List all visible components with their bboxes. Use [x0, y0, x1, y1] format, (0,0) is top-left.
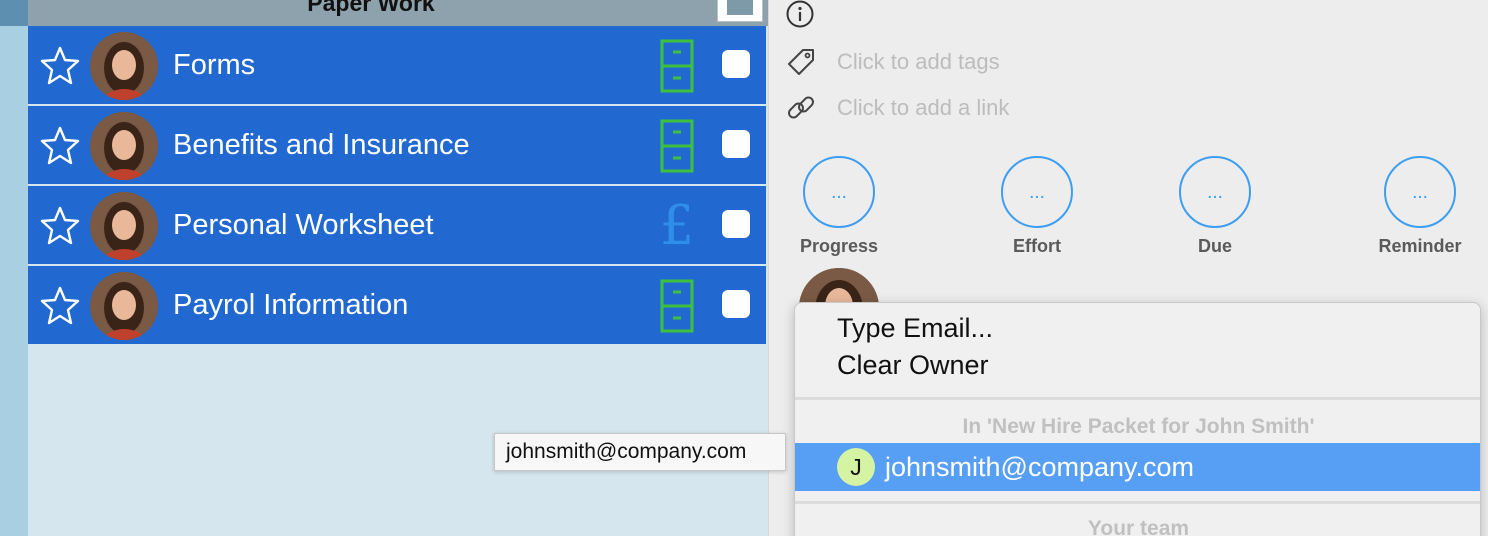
reminder-label: Reminder — [1378, 236, 1462, 256]
avatar[interactable] — [90, 32, 158, 100]
link-field[interactable]: Click to add a link — [837, 95, 1009, 121]
file-cabinet-icon — [656, 116, 698, 176]
owner-menu: Type Email... Clear Owner In 'New Hire P… — [794, 302, 1481, 536]
progress-control[interactable]: ... Progress — [779, 156, 899, 266]
group-color-swatch — [727, 0, 753, 15]
task-checkbox[interactable] — [722, 210, 750, 238]
progress-label: Progress — [799, 236, 879, 256]
star-icon[interactable] — [38, 205, 82, 245]
due-label: Due — [1197, 236, 1232, 256]
menu-section-project: In 'New Hire Packet for John Smith' — [962, 415, 1315, 438]
progress-value: ... — [831, 182, 847, 203]
link-icon[interactable] — [785, 92, 817, 124]
tag-icon[interactable] — [785, 46, 817, 78]
avatar[interactable] — [90, 272, 158, 340]
task-checkbox[interactable] — [722, 290, 750, 318]
reminder-control[interactable]: ... Reminder — [1360, 156, 1480, 266]
menu-item-type-email[interactable]: Type Email... — [837, 313, 993, 344]
menu-item-johnsmith[interactable]: J johnsmith@company.com — [795, 443, 1480, 491]
effort-control[interactable]: ... Effort — [977, 156, 1097, 266]
avatar[interactable] — [90, 192, 158, 260]
task-title[interactable]: Payrol Information — [173, 266, 408, 344]
effort-button[interactable]: ... — [1001, 156, 1073, 228]
due-button[interactable]: ... — [1179, 156, 1251, 228]
task-checkbox[interactable] — [722, 50, 750, 78]
file-cabinet-icon — [656, 36, 698, 96]
email-tooltip: johnsmith@company.com — [494, 433, 786, 471]
task-title[interactable]: Personal Worksheet — [173, 186, 434, 264]
sidebar-strip — [0, 0, 28, 536]
user-initial-badge: J — [837, 448, 875, 486]
task-row-personal-worksheet[interactable]: Personal Worksheet £ — [28, 186, 766, 264]
group-header[interactable]: Paper Work — [28, 0, 768, 26]
effort-label: Effort — [1013, 236, 1061, 256]
effort-value: ... — [1029, 182, 1045, 203]
menu-item-email: johnsmith@company.com — [885, 452, 1195, 482]
task-row-forms[interactable]: Forms — [28, 26, 766, 104]
task-title[interactable]: Forms — [173, 26, 255, 104]
tags-field[interactable]: Click to add tags — [837, 49, 1000, 75]
task-row-payrol[interactable]: Payrol Information — [28, 266, 766, 344]
file-cabinet-icon — [656, 276, 698, 336]
info-icon[interactable] — [785, 0, 815, 30]
star-icon[interactable] — [38, 45, 82, 85]
menu-divider — [795, 397, 1480, 400]
task-row-benefits[interactable]: Benefits and Insurance — [28, 106, 766, 184]
group-collapse-button[interactable] — [717, 0, 763, 22]
menu-divider — [795, 501, 1480, 504]
sidebar-strip-top — [0, 0, 28, 26]
task-checkbox[interactable] — [722, 130, 750, 158]
task-title[interactable]: Benefits and Insurance — [173, 106, 470, 184]
progress-button[interactable]: ... — [803, 156, 875, 228]
menu-item-clear-owner[interactable]: Clear Owner — [837, 350, 989, 381]
reminder-value: ... — [1412, 182, 1428, 203]
pound-icon: £ — [659, 194, 695, 257]
due-value: ... — [1207, 182, 1223, 203]
reminder-button[interactable]: ... — [1384, 156, 1456, 228]
star-icon[interactable] — [38, 125, 82, 165]
avatar[interactable] — [90, 112, 158, 180]
star-icon[interactable] — [38, 285, 82, 325]
due-control[interactable]: ... Due — [1155, 156, 1275, 266]
group-title: Paper Work — [307, 0, 435, 16]
menu-section-team: Your team — [1087, 517, 1190, 536]
